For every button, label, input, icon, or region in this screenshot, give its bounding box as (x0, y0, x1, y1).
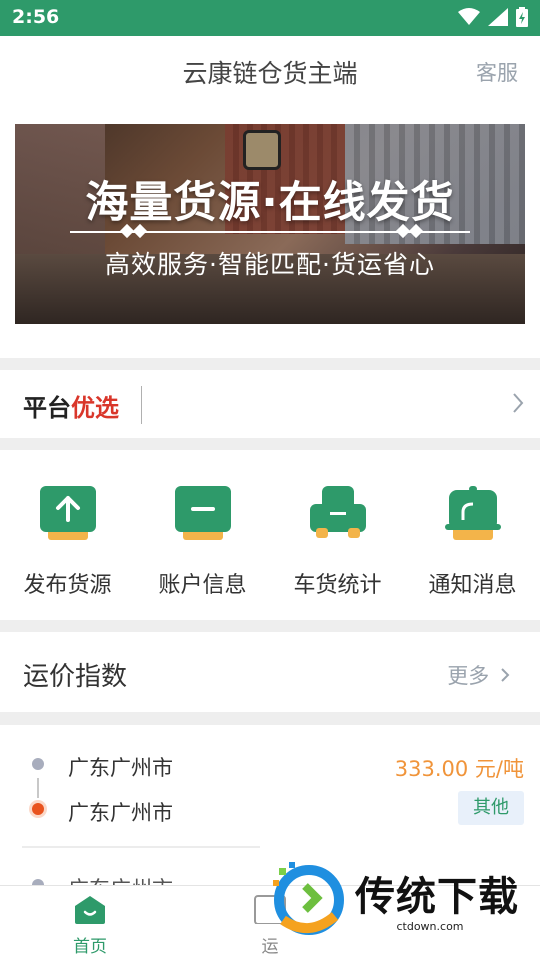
truck-stats-icon (310, 486, 366, 542)
system-icons (458, 7, 528, 27)
watermark-url: ctdown.com (355, 920, 505, 933)
wifi-icon (458, 8, 480, 25)
account-icon (175, 486, 231, 542)
watermark-name: 传统下载 (355, 874, 519, 920)
watermark: 传统下载 ctdown.com (265, 858, 535, 938)
status-bar: 2:56 (0, 0, 540, 36)
origin-dot-icon (32, 758, 44, 770)
menu-item-notification[interactable]: 通知消息 (405, 450, 540, 620)
menu-label: 车货统计 (293, 573, 382, 598)
route-price: 333.00 元/吨 (394, 757, 524, 781)
more-button[interactable]: 更多 (447, 660, 510, 690)
menu-item-account[interactable]: 账户信息 (135, 450, 270, 620)
freight-index-title: 运价指数 (23, 662, 128, 692)
vertical-divider (141, 386, 142, 424)
menu-label: 发布货源 (23, 573, 112, 598)
freight-index-header: 运价指数 更多 (0, 632, 540, 712)
destination-dot-icon (32, 803, 44, 815)
cargo-type-badge: 其他 (458, 791, 524, 825)
tab-label: 首页 (73, 937, 107, 957)
battery-icon (516, 7, 528, 27)
platform-preferred-row[interactable]: 平台优选 (0, 370, 540, 438)
customer-service-button[interactable]: 客服 (476, 57, 518, 87)
menu-item-stats[interactable]: 车货统计 (270, 450, 405, 620)
menu-item-publish[interactable]: 发布货源 (0, 450, 135, 620)
chevron-right-icon (513, 393, 524, 413)
upload-icon (40, 486, 96, 542)
signal-icon (488, 8, 508, 26)
banner-headline: 海量货源·在线发货 (85, 178, 455, 228)
route-origin: 广东广州市 (68, 756, 173, 780)
route-destination: 广东广州市 (68, 801, 173, 825)
container-logo-icon (243, 130, 281, 170)
status-time: 2:56 (12, 6, 60, 28)
more-label: 更多 (447, 664, 490, 688)
preferred-label-black: 平台 (23, 394, 71, 422)
route-connector (37, 778, 39, 798)
menu-label: 通知消息 (428, 573, 517, 598)
notification-icon (445, 486, 501, 542)
tab-home[interactable]: 首页 (0, 886, 180, 960)
quick-menu: 发布货源 账户信息 车货统计 通知消息 (0, 450, 540, 620)
banner-section: 海量货源·在线发货 高效服务·智能匹配·货运省心 (0, 106, 540, 358)
page-title: 云康链仓货主端 (182, 59, 358, 88)
platform-preferred-label: 平台优选 (23, 388, 119, 423)
menu-label: 账户信息 (158, 573, 247, 598)
app-header: 云康链仓货主端 客服 (0, 36, 540, 106)
banner-subline: 高效服务·智能匹配·货运省心 (105, 250, 435, 279)
preferred-label-red: 优选 (71, 394, 119, 422)
route-separator (22, 846, 260, 848)
promo-banner[interactable]: 海量货源·在线发货 高效服务·智能匹配·货运省心 (15, 124, 525, 324)
home-icon (75, 896, 105, 924)
watermark-logo (273, 862, 344, 935)
chevron-right-icon (501, 668, 510, 682)
